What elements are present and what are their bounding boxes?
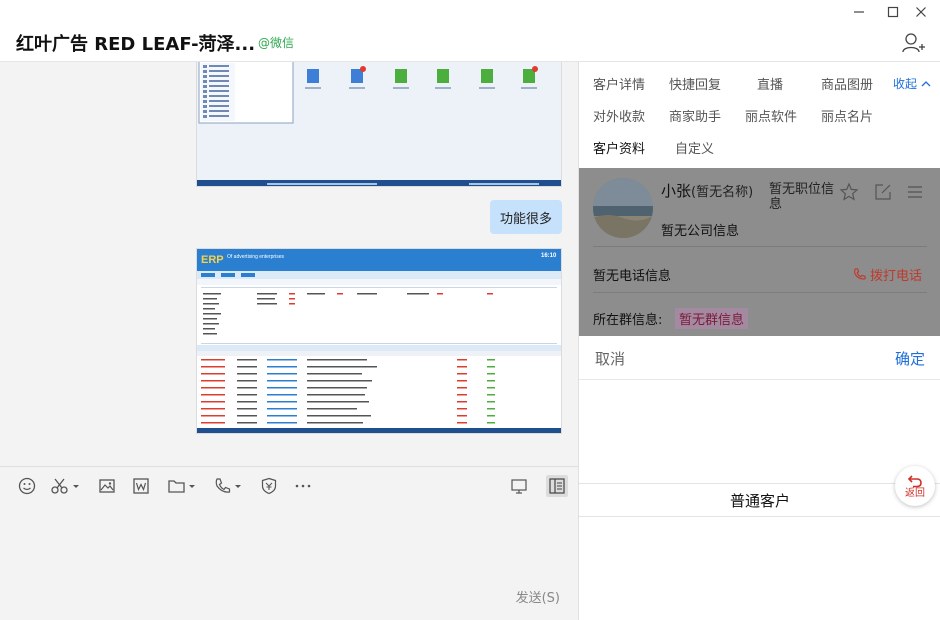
divider xyxy=(593,292,927,293)
confirm-button[interactable]: 确定 xyxy=(895,348,925,369)
customer-company: 暂无公司信息 xyxy=(661,224,740,239)
tab-product-album[interactable]: 商品图册 xyxy=(821,74,873,93)
picker-option-normal-customer[interactable]: 普通客户 xyxy=(579,490,940,511)
phone-info: 暂无电话信息 xyxy=(593,269,672,284)
collapse-label: 收起 xyxy=(893,77,918,91)
customer-type-picker-header: 取消 确定 xyxy=(579,336,940,380)
undo-icon xyxy=(907,474,922,487)
customer-title: 暂无职位信息 xyxy=(769,182,835,212)
erp-subtitle: Of advertising enterprises xyxy=(227,254,284,260)
minimize-icon[interactable] xyxy=(846,2,872,22)
menu-icon[interactable] xyxy=(905,182,925,202)
more-icon[interactable] xyxy=(292,475,314,497)
group-info-label: 所在群信息: xyxy=(593,313,663,328)
picker-line-top xyxy=(579,483,940,484)
add-member-icon[interactable] xyxy=(900,30,926,56)
back-label: 返回 xyxy=(905,487,925,499)
edit-icon[interactable] xyxy=(873,182,893,202)
chat-title[interactable]: 红叶广告 RED LEAF-菏泽... xyxy=(16,30,255,56)
text-message-bubble[interactable]: 功能很多 xyxy=(490,200,562,234)
close-icon[interactable] xyxy=(908,2,934,22)
message-input-area[interactable]: 发送(S) xyxy=(0,504,578,620)
avatar[interactable] xyxy=(593,178,653,238)
chevron-up-icon xyxy=(921,81,931,87)
tab-lidian-software[interactable]: 丽点软件 xyxy=(745,106,797,125)
erp-logo: ERP xyxy=(201,254,224,266)
customer-sidebar: 客户详情 快捷回复 直播 商品图册 收起 对外收款 商家助手 丽点软件 丽点名片… xyxy=(578,62,940,620)
folder-icon[interactable] xyxy=(166,475,198,497)
sidebar-tabs: 客户详情 快捷回复 直播 商品图册 收起 对外收款 商家助手 丽点软件 丽点名片… xyxy=(579,62,940,168)
tab-customer-details[interactable]: 客户详情 xyxy=(593,74,645,93)
send-button[interactable]: 发送(S) xyxy=(516,587,560,606)
image-message-desktop[interactable] xyxy=(196,62,562,187)
tab-merchant-assistant[interactable]: 商家助手 xyxy=(669,106,721,125)
tab-lidian-card[interactable]: 丽点名片 xyxy=(821,106,873,125)
tab-external-payment[interactable]: 对外收款 xyxy=(593,106,645,125)
divider xyxy=(593,246,927,247)
call-phone-button[interactable]: 拨打电话 xyxy=(853,265,922,284)
title-bar: 红叶广告 RED LEAF-菏泽... @微信 xyxy=(0,0,940,62)
wechat-source-tag: @微信 xyxy=(258,36,295,50)
picker-line-bottom xyxy=(579,516,940,517)
image-icon[interactable] xyxy=(96,475,118,497)
tab-custom[interactable]: 自定义 xyxy=(675,138,714,157)
phone-icon[interactable] xyxy=(212,475,244,497)
customer-card-overlay: 小张(暂无名称) 暂无职位信息 暂无公司信息 暂无电话信息 拨打电话 所在群信息… xyxy=(579,168,940,336)
collapse-tabs-button[interactable]: 收起 xyxy=(893,75,931,92)
phone-icon xyxy=(854,268,866,280)
emoji-icon[interactable] xyxy=(16,475,38,497)
chat-message-area[interactable]: 功能很多 ERP Of advertising enterprises 16:1… xyxy=(0,62,578,466)
cancel-button[interactable]: 取消 xyxy=(595,348,625,369)
erp-time: 16:10 xyxy=(541,253,557,259)
input-toolbar xyxy=(0,466,578,504)
word-doc-icon[interactable] xyxy=(130,475,152,497)
tab-customer-profile[interactable]: 客户资料 xyxy=(593,138,645,157)
sidebar-toggle-icon[interactable] xyxy=(546,475,568,497)
tab-live[interactable]: 直播 xyxy=(757,74,783,93)
call-phone-label: 拨打电话 xyxy=(870,269,923,284)
image-message-erp[interactable]: ERP Of advertising enterprises 16:10 xyxy=(196,248,562,434)
star-icon[interactable] xyxy=(839,182,859,202)
scissors-icon[interactable] xyxy=(50,475,82,497)
back-button[interactable]: 返回 xyxy=(895,466,935,506)
shield-icon[interactable] xyxy=(258,475,280,497)
maximize-icon[interactable] xyxy=(880,2,906,22)
screen-icon[interactable] xyxy=(508,475,530,497)
tab-quick-reply[interactable]: 快捷回复 xyxy=(669,74,721,93)
group-info-value: 暂无群信息 xyxy=(675,308,749,329)
